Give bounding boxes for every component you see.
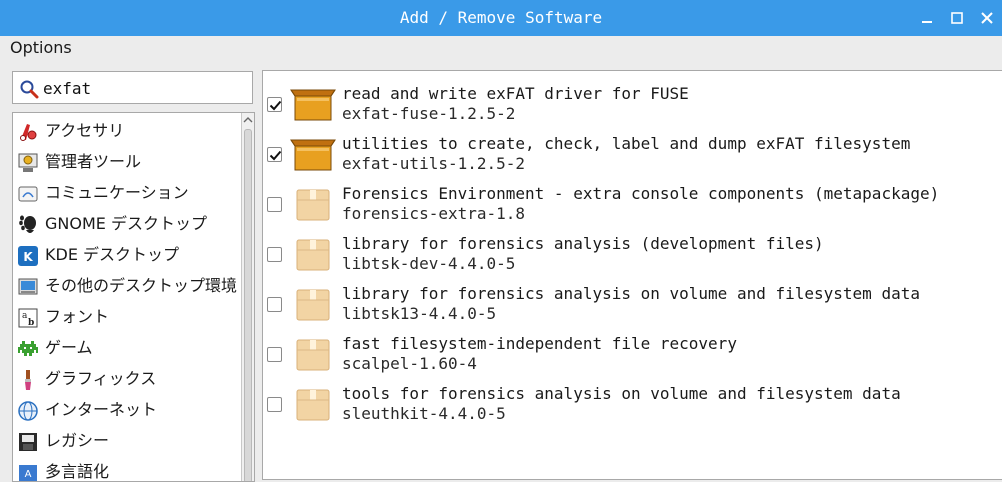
category-item-internet[interactable]: インターネット <box>13 395 241 426</box>
accessories-icon <box>20 124 37 141</box>
package-row-forensics-extra[interactable]: Forensics Environment - extra console co… <box>263 177 1002 227</box>
category-label: KDE デスクトップ <box>45 245 180 264</box>
install-checkbox[interactable] <box>267 247 282 262</box>
localization-icon: A <box>19 465 37 481</box>
package-row-libtsk-dev[interactable]: library for forensics analysis (developm… <box>263 227 1002 277</box>
installed-package-icon <box>290 89 336 121</box>
package-title: read and write exFAT driver for FUSE <box>342 84 689 103</box>
package-title: fast filesystem-independent file recover… <box>342 334 737 353</box>
menu-options[interactable]: Options <box>10 38 72 58</box>
package-version: exfat-utils-1.2.5-2 <box>342 154 526 173</box>
category-item-admin-tools[interactable]: 管理者ツール <box>13 147 241 178</box>
category-item-other-desktop[interactable]: その他のデスクトップ環境 <box>13 271 241 302</box>
svg-text:b: b <box>28 318 34 328</box>
checkmark-icon <box>269 100 282 111</box>
package-version: forensics-extra-1.8 <box>342 204 526 223</box>
package-version: sleuthkit-4.4.0-5 <box>342 404 506 423</box>
close-icon <box>981 12 993 24</box>
package-title: Forensics Environment - extra console co… <box>342 184 940 203</box>
gnome-icon <box>19 215 36 233</box>
search-box[interactable] <box>12 71 253 104</box>
category-label: フォント <box>45 307 110 326</box>
category-label: アクセサリ <box>45 121 125 140</box>
category-list: アクセサリ 管理者ツール コミュニケーション GNOME デスクトップ K KD… <box>12 112 255 482</box>
package-version: libtsk-dev-4.4.0-5 <box>342 254 516 273</box>
search-icon <box>20 80 39 99</box>
category-scrollbar[interactable] <box>241 113 254 481</box>
category-item-legacy[interactable]: レガシー <box>13 426 241 457</box>
menu-bar: Options <box>0 36 1002 60</box>
category-label: 多言語化 <box>45 462 110 481</box>
communication-icon <box>18 186 38 202</box>
category-item-kde[interactable]: K KDE デスクトップ <box>13 240 241 271</box>
package-row-sleuthkit[interactable]: tools for forensics analysis on volume a… <box>263 377 1002 427</box>
package-icon <box>296 389 330 421</box>
package-version: scalpel-1.60-4 <box>342 354 477 373</box>
install-checkbox[interactable] <box>267 147 282 162</box>
category-item-graphics[interactable]: グラフィックス <box>13 364 241 395</box>
installed-package-icon <box>290 139 336 171</box>
minimize-button[interactable] <box>912 0 942 36</box>
install-checkbox[interactable] <box>267 197 282 212</box>
install-checkbox[interactable] <box>267 397 282 412</box>
package-title: library for forensics analysis on volume… <box>342 284 920 303</box>
package-list: read and write exFAT driver for FUSE exf… <box>262 70 1002 480</box>
package-icon <box>296 339 330 371</box>
category-item-accessories[interactable]: アクセサリ <box>13 116 241 147</box>
minimize-icon <box>922 21 932 23</box>
category-label: 管理者ツール <box>45 152 142 171</box>
games-icon <box>18 341 38 356</box>
install-checkbox[interactable] <box>267 347 282 362</box>
package-title: tools for forensics analysis on volume a… <box>342 384 901 403</box>
package-icon <box>296 189 330 221</box>
category-label: グラフィックス <box>45 369 157 388</box>
category-item-localization[interactable]: A 多言語化 <box>13 457 241 481</box>
search-input[interactable] <box>43 76 248 100</box>
category-label: ゲーム <box>45 338 93 357</box>
category-label: GNOME デスクトップ <box>45 214 207 233</box>
maximize-icon <box>951 12 963 24</box>
maximize-button[interactable] <box>942 0 972 36</box>
close-button[interactable] <box>972 0 1002 36</box>
svg-text:K: K <box>23 250 33 264</box>
package-version: libtsk13-4.4.0-5 <box>342 304 497 323</box>
other-desktop-icon <box>18 278 38 295</box>
package-row-exfat-utils[interactable]: utilities to create, check, label and du… <box>263 127 1002 177</box>
category-item-gnome[interactable]: GNOME デスクトップ <box>13 209 241 240</box>
category-label: コミュニケーション <box>45 183 189 202</box>
package-version: exfat-fuse-1.2.5-2 <box>342 104 516 123</box>
package-title: utilities to create, check, label and du… <box>342 134 911 153</box>
package-icon <box>296 239 330 271</box>
package-row-libtsk13[interactable]: library for forensics analysis on volume… <box>263 277 1002 327</box>
checkmark-icon <box>269 150 282 161</box>
kde-icon: K <box>18 246 38 266</box>
package-row-scalpel[interactable]: fast filesystem-independent file recover… <box>263 327 1002 377</box>
fonts-icon: a b <box>18 308 38 328</box>
admin-tools-icon <box>18 153 38 172</box>
category-item-fonts[interactable]: a b フォント <box>13 302 241 333</box>
package-icon <box>296 289 330 321</box>
install-checkbox[interactable] <box>267 297 282 312</box>
scrollbar-thumb[interactable] <box>244 129 252 481</box>
scroll-up-arrow-icon[interactable] <box>242 113 254 127</box>
window-title: Add / Remove Software <box>399 8 603 27</box>
package-row-exfat-fuse[interactable]: read and write exFAT driver for FUSE exf… <box>263 77 1002 127</box>
title-bar[interactable]: Add / Remove Software <box>0 0 1002 36</box>
graphics-icon <box>25 370 31 390</box>
internet-icon <box>18 401 38 421</box>
category-item-communication[interactable]: コミュニケーション <box>13 178 241 209</box>
category-item-games[interactable]: ゲーム <box>13 333 241 364</box>
package-title: library for forensics analysis (developm… <box>342 234 824 253</box>
legacy-icon <box>19 433 37 451</box>
category-label: インターネット <box>45 400 158 419</box>
category-label: レガシー <box>45 431 110 450</box>
category-label: その他のデスクトップ環境 <box>45 276 238 295</box>
install-checkbox[interactable] <box>267 97 282 112</box>
svg-text:A: A <box>25 469 32 480</box>
